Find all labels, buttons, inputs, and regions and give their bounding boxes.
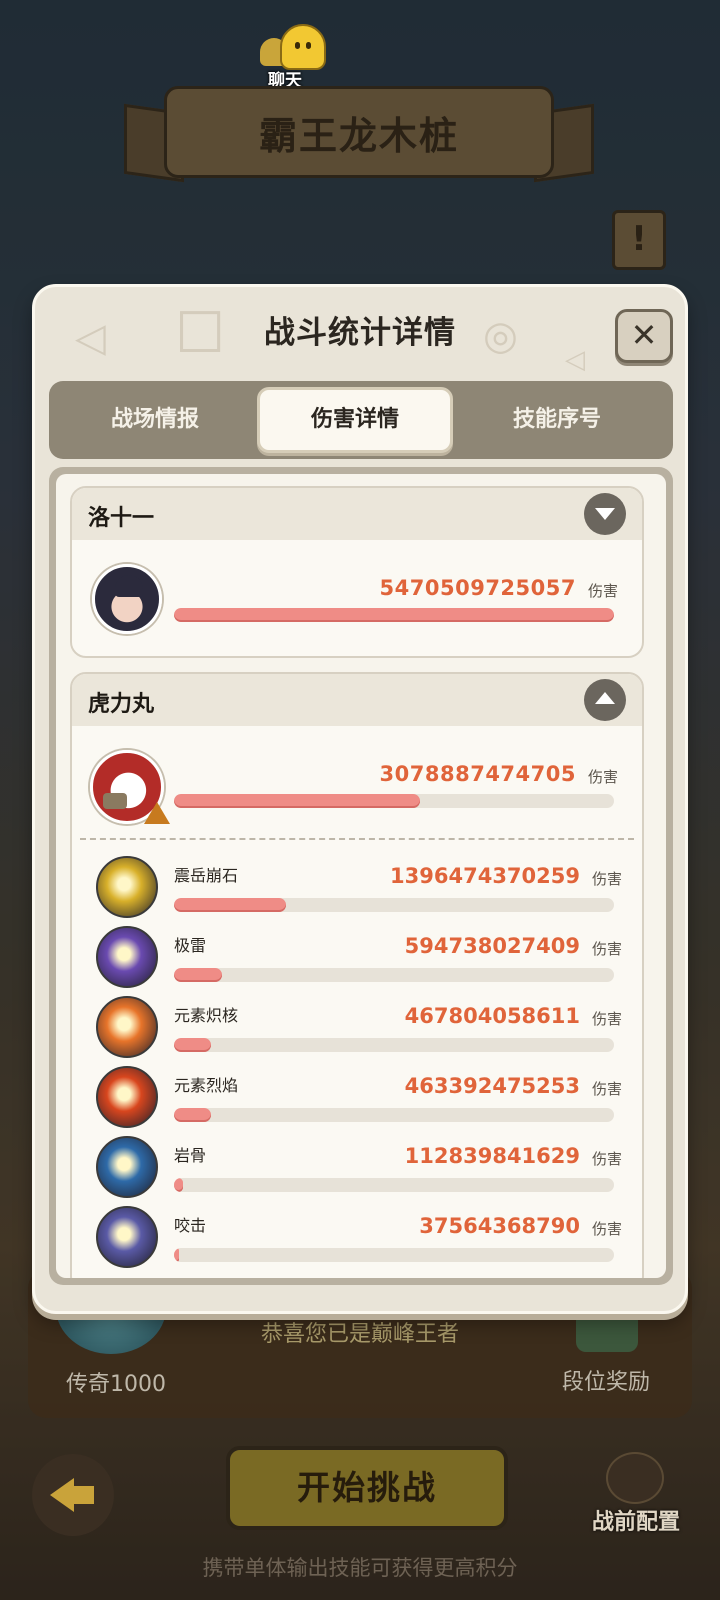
tab-skill-order[interactable]: 技能序号 <box>459 387 655 453</box>
tab-bar: 战场情报 伤害详情 技能序号 <box>49 381 673 459</box>
skill-damage-value: 463392475253 <box>404 1074 580 1098</box>
prebattle-config-button[interactable] <box>600 1452 668 1512</box>
skill-damage-value: 1396474370259 <box>390 864 580 888</box>
bite-skill-icon <box>96 1206 158 1268</box>
skill-name: 极雷 <box>174 936 207 955</box>
skill-damage-unit: 伤害 <box>591 1010 622 1028</box>
close-icon: ✕ <box>630 316 658 354</box>
prebattle-config-label[interactable]: 战前配置 <box>592 1504 680 1536</box>
hero-damage-unit: 伤害 <box>587 768 618 786</box>
notice-flag-icon[interactable]: ! <box>612 210 666 270</box>
skill-row: 元素烈焰 463392475253 伤害 <box>72 1066 642 1138</box>
skill-damage-unit: 伤害 <box>591 1150 622 1168</box>
skill-damage-bar <box>174 1178 614 1192</box>
skill-damage-bar-fill <box>174 1248 180 1262</box>
hero-card: 虎力丸 3078887474705 伤害 震岳崩石 1396474370259 … <box>70 672 644 1278</box>
congrats-text: 恭喜您已是巅峰王者 <box>260 1322 459 1347</box>
skill-damage-unit: 伤害 <box>591 1220 622 1238</box>
skill-damage-value: 467804058611 <box>404 1004 580 1028</box>
hero-name: 虎力丸 <box>88 692 155 717</box>
flame-skill-icon <box>96 1066 158 1128</box>
close-button[interactable]: ✕ <box>615 309 673 363</box>
hero-damage-value: 3078887474705 <box>379 762 576 786</box>
skill-name: 震岳崩石 <box>174 866 239 885</box>
hero-damage-bar <box>174 794 614 808</box>
skill-damage-value: 112839841629 <box>404 1144 580 1168</box>
stage-banner: 霸王龙木桩 <box>124 82 594 192</box>
rank-label: 传奇1000 <box>66 1372 166 1397</box>
stage-title: 霸王龙木桩 <box>258 113 459 158</box>
hero-damage-bar-fill <box>174 608 614 622</box>
skill-damage-bar <box>174 968 614 982</box>
hero-damage-value: 5470509725057 <box>379 576 576 600</box>
damage-list[interactable]: 洛十一 5470509725057 伤害 虎力丸 3078887474705 伤… <box>56 474 666 1278</box>
back-button[interactable] <box>32 1454 114 1536</box>
start-challenge-button[interactable]: 开始挑战 <box>226 1446 508 1530</box>
banner-body: 霸王龙木桩 <box>164 86 554 178</box>
skill-name: 岩骨 <box>174 1146 207 1165</box>
skill-name: 咬击 <box>174 1216 207 1235</box>
expand-toggle-icon[interactable] <box>584 493 626 535</box>
rock-skill-icon <box>96 856 158 918</box>
skill-damage-bar-fill <box>174 1108 212 1122</box>
hero-girl-avatar <box>92 564 162 634</box>
skill-damage-bar-fill <box>174 898 287 912</box>
tab-damage-details[interactable]: 伤害详情 <box>257 387 453 453</box>
skill-damage-value: 37564368790 <box>419 1214 580 1238</box>
skill-name: 元素烈焰 <box>174 1076 239 1095</box>
skill-damage-unit: 伤害 <box>591 940 622 958</box>
rank-reward-label[interactable]: 段位奖励 <box>562 1364 650 1396</box>
chat-ghost-icon <box>280 24 326 70</box>
tab-battlefield-intel[interactable]: 战场情报 <box>57 387 253 453</box>
fire-core-skill-icon <box>96 996 158 1058</box>
divider <box>80 838 634 840</box>
warning-badge-icon <box>144 802 170 824</box>
skill-damage-bar-fill <box>174 1038 212 1052</box>
skill-damage-bar <box>174 898 614 912</box>
hero-damage-bar-fill <box>174 794 421 808</box>
chat-button[interactable]: 聊天 <box>256 20 336 91</box>
hero-card-header[interactable]: 虎力丸 <box>72 674 642 726</box>
back-arrow-icon <box>72 1486 94 1504</box>
skill-row: 咬击 37564368790 伤害 <box>72 1206 642 1278</box>
skill-damage-unit: 伤害 <box>591 1080 622 1098</box>
skill-row: 元素炽核 467804058611 伤害 <box>72 996 642 1068</box>
back-arrow-icon <box>50 1478 74 1512</box>
skill-row: 震岳崩石 1396474370259 伤害 <box>72 856 642 928</box>
skill-damage-bar <box>174 1108 614 1122</box>
damage-list-frame: 洛十一 5470509725057 伤害 虎力丸 3078887474705 伤… <box>49 467 673 1285</box>
modal-title: 战斗统计详情 <box>264 315 456 351</box>
skill-damage-value: 594738027409 <box>404 934 580 958</box>
skill-damage-unit: 伤害 <box>591 870 622 888</box>
rock-bone-skill-icon <box>96 1136 158 1198</box>
skill-name: 元素炽核 <box>174 1006 239 1025</box>
skill-damage-bar-fill <box>174 1178 184 1192</box>
skill-damage-bar <box>174 1038 614 1052</box>
hint-text: 携带单体输出技能可获得更高积分 <box>202 1556 518 1580</box>
hero-damage-unit: 伤害 <box>587 582 618 600</box>
collapse-toggle-icon[interactable] <box>584 679 626 721</box>
hero-card: 洛十一 5470509725057 伤害 <box>70 486 644 658</box>
thunder-skill-icon <box>96 926 158 988</box>
skill-damage-bar <box>174 1248 614 1262</box>
battle-stats-modal: ◁ ☐ ◎ ◁ 战斗统计详情 ✕ 战场情报 伤害详情 技能序号 洛十一 5470… <box>32 284 688 1314</box>
skill-row: 极雷 594738027409 伤害 <box>72 926 642 998</box>
hero-damage-bar <box>174 608 614 622</box>
hero-name: 洛十一 <box>88 506 155 531</box>
skill-damage-bar-fill <box>174 968 222 982</box>
hero-card-header[interactable]: 洛十一 <box>72 488 642 540</box>
monkey-avatar-icon <box>606 1452 664 1504</box>
skill-row: 岩骨 112839841629 伤害 <box>72 1136 642 1208</box>
